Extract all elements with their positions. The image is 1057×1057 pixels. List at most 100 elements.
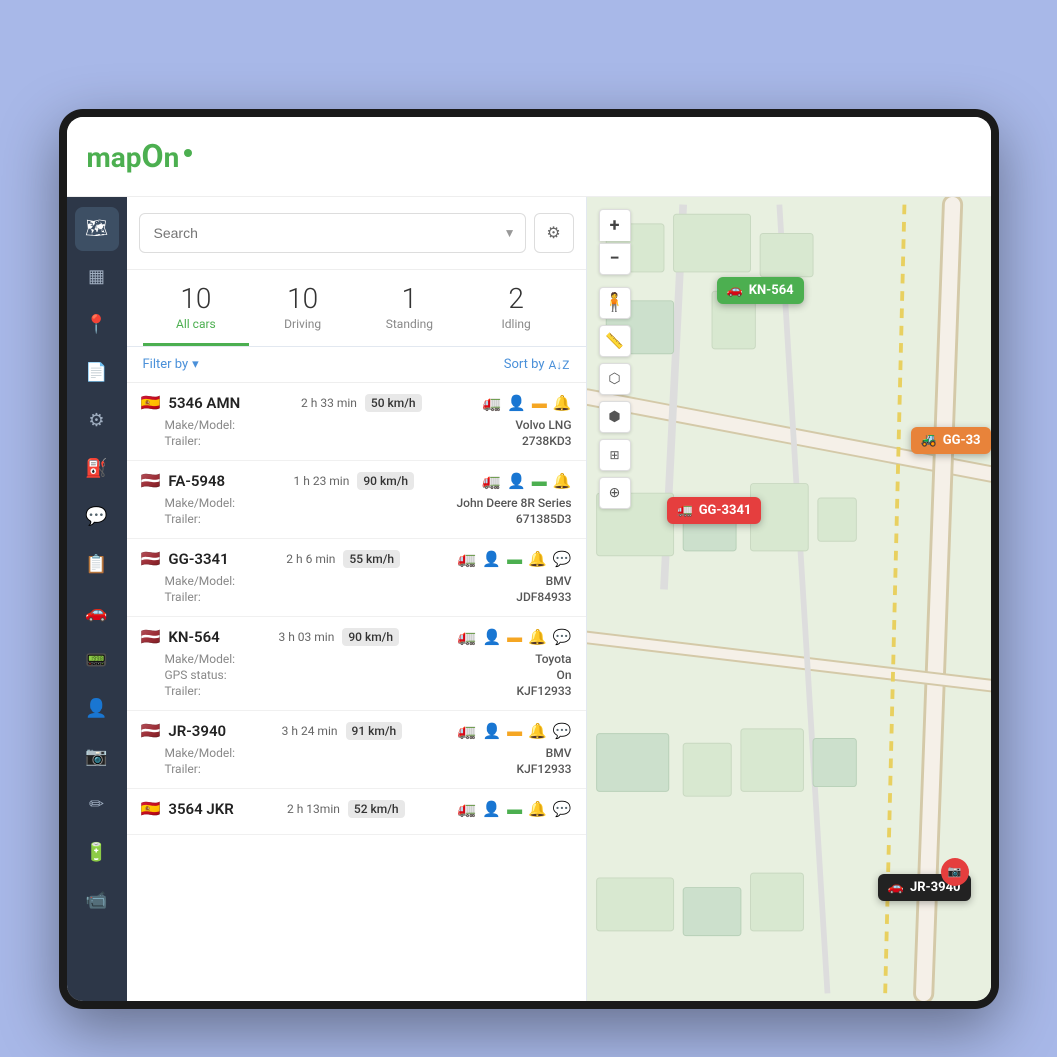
bell-icon-5: 🔔 [528,722,547,740]
messages-icon: 💬 [85,506,107,527]
truck-icon-5: 🚛 [458,722,477,740]
sidebar-item-locations[interactable]: 📍 [75,303,119,347]
standing-label: Standing [356,317,463,331]
person-view-button[interactable]: 🧍 [599,287,631,319]
settings-icon: ⚙ [88,410,104,431]
time-2: 1 h 23 min [294,474,350,488]
layers-button[interactable]: ⊞ [599,439,631,471]
vehicles-icon: 🚗 [85,602,107,623]
vehicle-id-5: JR-3940 [168,722,226,740]
clipboard-icon: 📋 [85,554,107,575]
tab-standing[interactable]: 1 Standing [356,282,463,347]
bell-icon-1: 🔔 [553,394,572,412]
vehicle-id-6: 3564 JKR [168,800,233,818]
reports-icon: 📄 [85,362,107,383]
tab-all-cars[interactable]: 10 All cars [143,282,250,347]
time-3: 2 h 6 min [286,552,335,566]
vehicle-item-fa5948[interactable]: 🇱🇻 FA-5948 1 h 23 min 90 km/h 🚛 👤 ▬ [127,461,586,539]
all-cars-label: All cars [143,317,250,331]
standing-count: 1 [356,282,463,316]
filter-label: Filter by [143,357,189,372]
time-6: 2 h 13min [287,802,340,816]
idling-label: Idling [463,317,570,331]
sidebar-item-video[interactable]: 📹 [75,879,119,923]
speed-1: 50 km/h [365,394,422,412]
vehicle-item-jr3940[interactable]: 🇱🇻 JR-3940 3 h 24 min 91 km/h 🚛 👤 ▬ [127,711,586,789]
speed-5: 91 km/h [346,722,403,740]
profile-icon: 👤 [85,698,107,719]
vehicle-item-3564jkr[interactable]: 🇪🇸 3564 JKR 2 h 13min 52 km/h 🚛 👤 ▬ [127,789,586,835]
sidebar-item-profile[interactable]: 👤 [75,687,119,731]
vehicle-item-gg3341[interactable]: 🇱🇻 GG-3341 2 h 6 min 55 km/h 🚛 👤 ▬ [127,539,586,617]
bell-icon-4: 🔔 [528,628,547,646]
person-icon-2: 👤 [507,472,526,490]
speed-6: 52 km/h [348,800,405,818]
search-bar-row: ▼ ⚙ [127,197,586,270]
sidebar-item-tachograph[interactable]: 📟 [75,639,119,683]
detail-trailer-2: Trailer:671385D3 [141,512,572,526]
detail-trailer-3: Trailer:JDF84933 [141,590,572,604]
vehicle-item-kn564[interactable]: 🇱🇻 KN-564 3 h 03 min 90 km/h 🚛 👤 ▬ [127,617,586,711]
vehicle-list: 🇪🇸 5346 AMN 2 h 33 min 50 km/h 🚛 👤 ▬ [127,383,586,1000]
zoom-controls: + − [599,209,631,275]
sidebar-item-edit[interactable]: ✏ [75,783,119,827]
person-icon-4: 👤 [482,628,501,646]
vehicle-item-5346amn[interactable]: 🇪🇸 5346 AMN 2 h 33 min 50 km/h 🚛 👤 ▬ [127,383,586,461]
status-icon-6: ▬ [507,800,522,818]
sidebar-item-camera[interactable]: 📷 [75,735,119,779]
flag-latvia-3: 🇱🇻 [141,549,161,568]
map-marker-gg33[interactable]: 🚜 GG-33 [911,427,991,454]
search-input-wrap: ▼ [139,213,526,253]
tab-idling[interactable]: 2 Idling [463,282,570,347]
sidebar: 🗺 ▦ 📍 📄 ⚙ ⛽ 💬 [67,197,127,1001]
sidebar-item-dashboard[interactable]: ▦ [75,255,119,299]
tab-driving[interactable]: 10 Driving [249,282,356,347]
sidebar-item-map[interactable]: 🗺 [75,207,119,251]
sidebar-item-settings[interactable]: ⚙ [75,399,119,443]
sidebar-item-reports[interactable]: 📄 [75,351,119,395]
truck-icon-6: 🚛 [458,800,477,818]
zoom-out-button[interactable]: − [599,243,631,275]
chat-icon-6: 💬 [553,800,572,818]
flag-spain-6: 🇪🇸 [141,799,161,818]
marker-kn564-icon: 🚗 [727,283,743,298]
zoom-in-button[interactable]: + [599,209,631,241]
speed-2: 90 km/h [357,472,414,490]
sidebar-item-fuel[interactable]: ⛽ [75,447,119,491]
chat-icon-5: 💬 [553,722,572,740]
sort-button[interactable]: Sort by A↓Z [504,357,570,372]
ruler-button[interactable]: 📏 [599,325,631,357]
flag-latvia-4: 🇱🇻 [141,627,161,646]
driving-label: Driving [249,317,356,331]
time-1: 2 h 33 min [301,396,357,410]
cluster-button[interactable]: ⬢ [599,401,631,433]
share-button[interactable]: ⬡ [599,363,631,395]
fuel-icon: ⛽ [85,458,107,479]
speed-4: 90 km/h [342,628,399,646]
map-panel[interactable]: + − 🧍 📏 ⬡ ⬢ [587,197,991,1001]
share-icon: ⬡ [608,371,620,387]
vehicle-id-3: GG-3341 [168,550,228,568]
sidebar-item-messages[interactable]: 💬 [75,495,119,539]
logo-text: map [87,141,142,174]
flag-latvia-5: 🇱🇻 [141,721,161,740]
vehicle-list-panel: ▼ ⚙ 10 All cars 10 Driving [127,197,587,1001]
filter-button[interactable]: Filter by ▾ [143,357,199,372]
target-button[interactable]: ⊕ [599,477,631,509]
person-icon-1: 👤 [507,394,526,412]
detail-gps-4: GPS status:On [141,668,572,682]
sidebar-item-vehicles[interactable]: 🚗 [75,591,119,635]
search-input[interactable] [139,213,526,253]
sidebar-item-clipboard[interactable]: 📋 [75,543,119,587]
settings-button[interactable]: ⚙ [534,213,574,253]
cluster-icon: ⬢ [608,409,620,425]
map-marker-gg3341[interactable]: 🚛 GG-3341 [667,497,762,524]
layers-icon: ⊞ [609,448,619,462]
map-marker-kn564[interactable]: 🚗 KN-564 [717,277,804,304]
vehicle-id-1: 5346 AMN [168,394,240,412]
bell-icon-3: 🔔 [528,550,547,568]
sidebar-item-battery[interactable]: 🔋 [75,831,119,875]
vehicle-id-4: KN-564 [168,628,219,646]
truck-icon-1: 🚛 [482,394,501,412]
detail-makemodel-3: Make/Model:BMV [141,574,572,588]
